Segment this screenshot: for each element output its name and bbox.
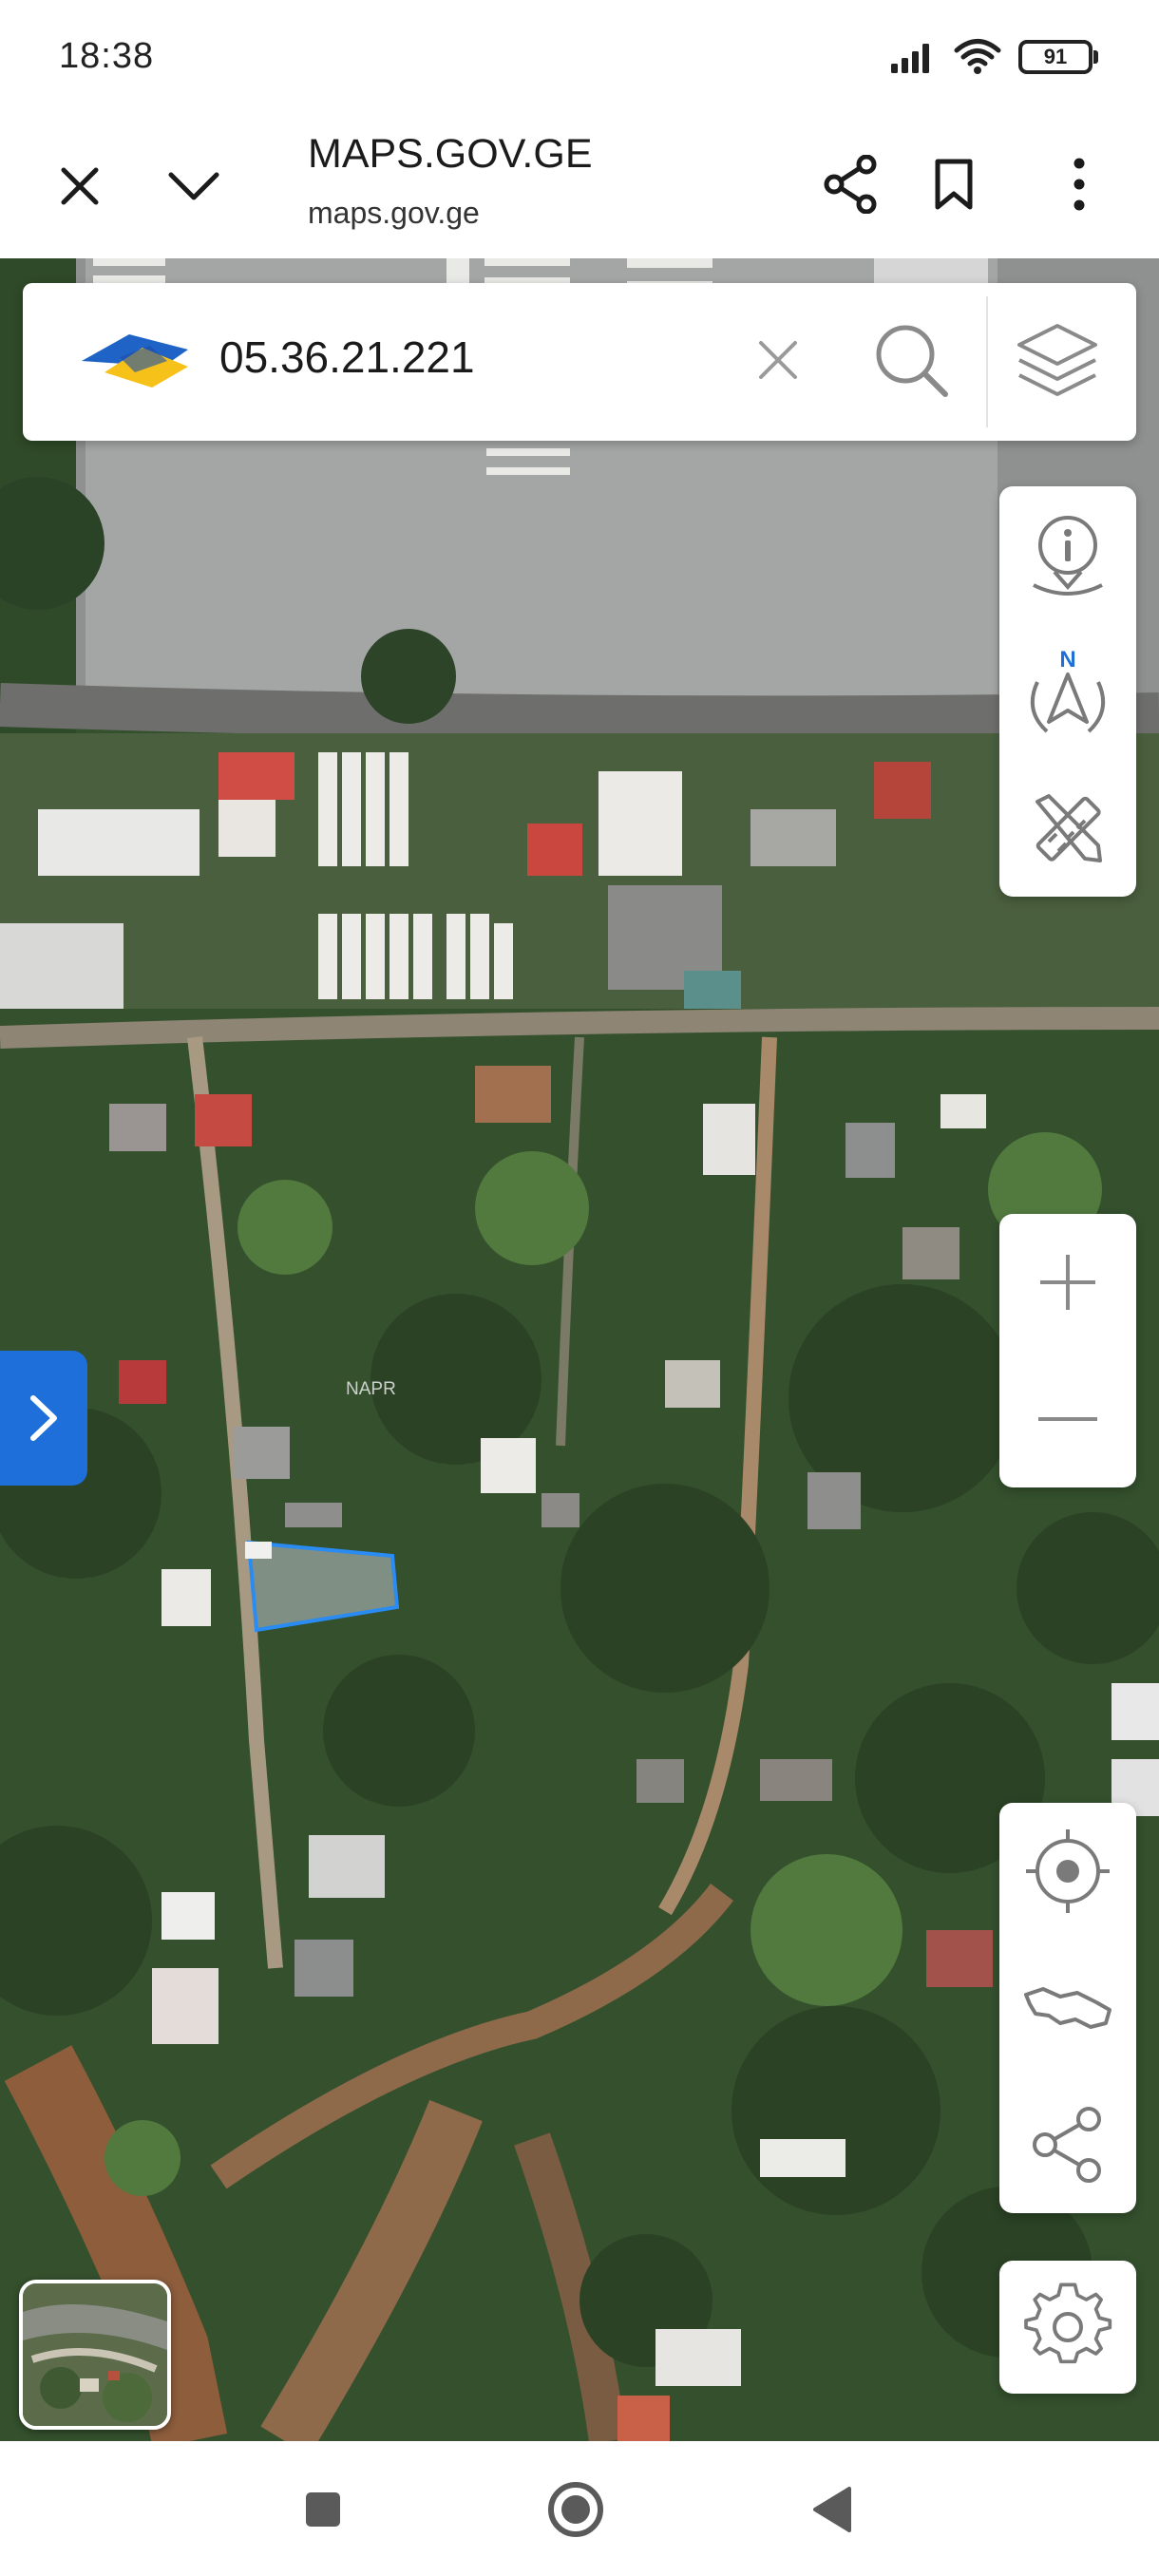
- layers-icon: [1017, 324, 1097, 396]
- georgia-map-icon: [1024, 1987, 1112, 2029]
- search-icon: [876, 325, 948, 397]
- location-info-button[interactable]: [999, 486, 1136, 623]
- share-map-button[interactable]: [999, 2076, 1136, 2213]
- map-tools-group: N: [999, 486, 1136, 897]
- expand-button[interactable]: [156, 148, 232, 224]
- status-icons: 91: [889, 34, 1098, 80]
- map-watermark: NAPR: [346, 1379, 396, 1399]
- share-page-button[interactable]: [813, 146, 889, 222]
- basemap-thumbnail[interactable]: [19, 2280, 171, 2430]
- map-actions-group: [999, 1803, 1136, 2213]
- zoom-out-button[interactable]: [999, 1351, 1136, 1487]
- my-location-icon: [1026, 1829, 1110, 1913]
- country-extent-button[interactable]: [999, 1940, 1136, 2076]
- chevron-right-icon: [30, 1395, 57, 1441]
- settings-icon: [1024, 2282, 1112, 2364]
- chevron-down-icon: [168, 172, 219, 200]
- wifi-icon: [954, 39, 1001, 74]
- zoom-out-icon: [1038, 1417, 1097, 1421]
- battery-icon: 91: [1018, 40, 1098, 74]
- battery-level: 91: [1043, 45, 1068, 68]
- more-options-button[interactable]: [1041, 146, 1117, 222]
- clear-icon: [759, 341, 797, 379]
- system-nav-bar: [0, 2441, 1159, 2576]
- signal-icon: [891, 44, 929, 73]
- logo: [82, 334, 188, 388]
- recents-button[interactable]: [285, 2481, 361, 2538]
- search-button[interactable]: [868, 317, 954, 403]
- search-bar: [23, 283, 1136, 441]
- back-triangle-icon: [813, 2487, 851, 2532]
- home-button[interactable]: [538, 2475, 614, 2544]
- bookmark-icon: [935, 159, 973, 210]
- compass-button[interactable]: N: [999, 623, 1136, 760]
- my-location-button[interactable]: [999, 1803, 1136, 1940]
- zoom-in-button[interactable]: [999, 1214, 1136, 1351]
- browser-toolbar: MAPS.GOV.GE maps.gov.ge: [0, 114, 1159, 258]
- home-circle-icon: [548, 2482, 603, 2537]
- satellite-map[interactable]: [0, 258, 1159, 2441]
- settings-button[interactable]: [999, 2261, 1136, 2394]
- more-vert-icon: [1074, 158, 1085, 211]
- share-icon: [824, 155, 877, 214]
- map-imagery: [0, 258, 1159, 2441]
- page-url[interactable]: maps.gov.ge: [308, 196, 480, 231]
- close-icon: [61, 167, 99, 205]
- close-tab-button[interactable]: [42, 148, 118, 224]
- back-button[interactable]: [794, 2479, 870, 2540]
- location-info-icon: [1033, 516, 1103, 596]
- measure-tools-button[interactable]: [999, 760, 1136, 897]
- compass-north-icon: N: [1030, 647, 1106, 733]
- search-input[interactable]: [218, 331, 753, 384]
- side-panel-toggle[interactable]: [0, 1351, 87, 1486]
- status-bar: 18:38 91: [0, 0, 1159, 114]
- basemap-preview: [23, 2283, 167, 2426]
- bookmark-button[interactable]: [916, 146, 992, 222]
- zoom-controls: [999, 1214, 1136, 1487]
- compass-letter: N: [1059, 647, 1075, 672]
- recents-square-icon: [306, 2492, 340, 2527]
- share-icon: [1033, 2107, 1101, 2183]
- settings-group: [999, 2261, 1136, 2394]
- zoom-in-icon: [1040, 1255, 1095, 1310]
- page-title: MAPS.GOV.GE: [308, 131, 593, 177]
- search-divider: [986, 296, 988, 427]
- clear-search-button[interactable]: [745, 327, 811, 393]
- status-time: 18:38: [59, 36, 155, 76]
- layers-button[interactable]: [1005, 317, 1110, 405]
- measure-tools-icon: [1036, 794, 1102, 862]
